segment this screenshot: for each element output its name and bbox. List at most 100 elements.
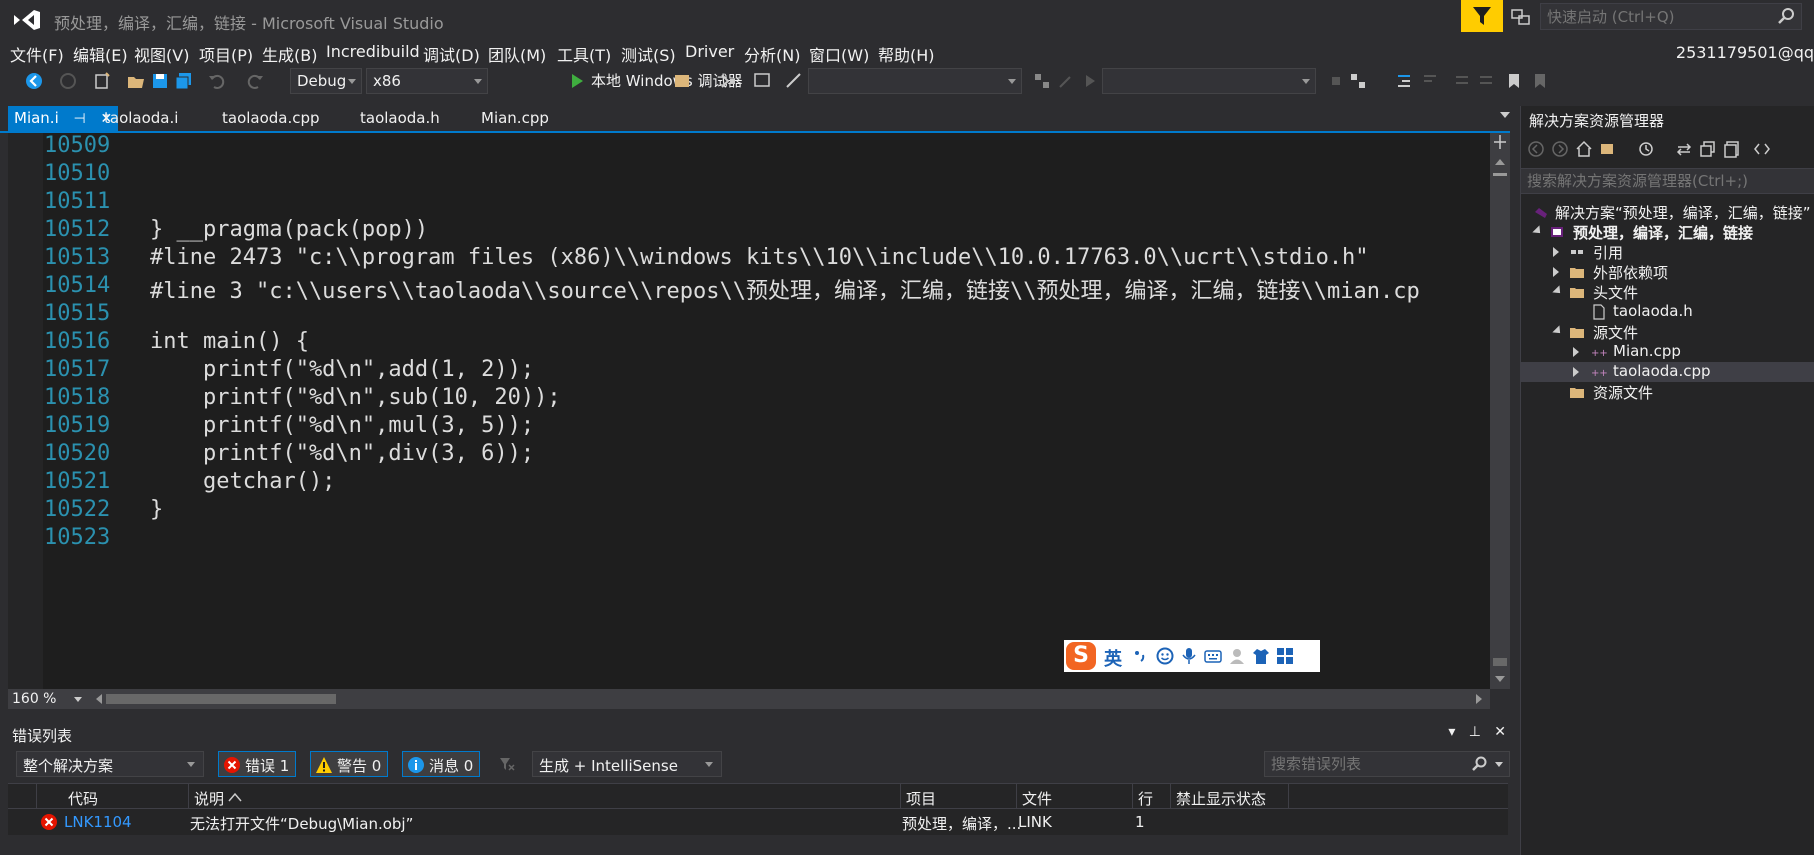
code-view-icon[interactable] xyxy=(1753,140,1771,158)
find-combo[interactable] xyxy=(808,68,1022,94)
expander-closed-icon[interactable] xyxy=(1553,267,1559,277)
column-header-suppression[interactable]: 禁止显示状态 xyxy=(1176,788,1266,809)
tree-item-external-dependencies[interactable]: 外部依赖项 xyxy=(1521,262,1814,282)
expander-closed-icon[interactable] xyxy=(1553,247,1559,257)
tree-item-references[interactable]: 引用 xyxy=(1521,242,1814,262)
outdent-icon[interactable] xyxy=(1420,71,1440,91)
toolbox-icon[interactable] xyxy=(1276,647,1294,665)
menu-file[interactable]: 文件(F) xyxy=(10,42,64,66)
errors-filter-button[interactable]: 错误 1 xyxy=(218,751,297,777)
zoom-level[interactable]: 160 % xyxy=(12,691,56,707)
menu-test[interactable]: 测试(S) xyxy=(621,42,676,66)
indent-icon[interactable] xyxy=(1394,71,1414,91)
menu-build[interactable]: 生成(B) xyxy=(262,42,317,66)
warnings-filter-button[interactable]: 警告 0 xyxy=(310,751,389,777)
back-icon[interactable] xyxy=(24,71,44,91)
skin-icon[interactable] xyxy=(1252,647,1270,665)
user-icon[interactable] xyxy=(1228,647,1246,665)
show-all-files-icon[interactable] xyxy=(1723,140,1741,158)
menu-view[interactable]: 视图(V) xyxy=(134,42,189,66)
quick-launch-input[interactable] xyxy=(1541,4,1761,29)
tree-item-mian-cpp[interactable]: ++ Mian.cpp xyxy=(1521,342,1814,362)
solution-platform-select[interactable]: x86 xyxy=(366,68,488,94)
build-tool-icon[interactable] xyxy=(1032,71,1052,91)
error-code-link[interactable]: LNK1104 xyxy=(64,813,132,831)
comment-out-icon[interactable] xyxy=(1452,71,1472,91)
sogou-logo-icon[interactable]: S xyxy=(1066,642,1096,670)
column-header-file[interactable]: 文件 xyxy=(1022,788,1052,809)
tab-mian-cpp[interactable]: Mian.cpp xyxy=(481,106,549,132)
expander-open-icon[interactable] xyxy=(1552,285,1564,297)
menu-incredibuild[interactable]: Incredibuild xyxy=(326,42,420,61)
build-intellisense-select[interactable]: 生成 + IntelliSense xyxy=(532,751,722,777)
keyboard-icon[interactable] xyxy=(1204,647,1222,665)
chevron-down-icon[interactable] xyxy=(1495,762,1503,767)
menu-analyze[interactable]: 分析(N) xyxy=(744,42,800,66)
menu-help[interactable]: 帮助(H) xyxy=(878,42,935,66)
close-icon[interactable]: ✕ xyxy=(1494,724,1506,740)
expander-open-icon[interactable] xyxy=(1532,225,1544,237)
tree-item-header-files[interactable]: 头文件 xyxy=(1521,282,1814,302)
error-search-box[interactable] xyxy=(1264,751,1510,777)
tab-mian-i[interactable]: Mian.i ⊣ ✕ xyxy=(8,106,119,132)
menu-window[interactable]: 窗口(W) xyxy=(809,42,869,66)
tree-item-taolaoda-h[interactable]: taolaoda.h xyxy=(1521,302,1814,322)
play-disabled-icon[interactable] xyxy=(1080,71,1100,91)
code-editor[interactable]: 10509 10510 10511 10512} __pragma(pack(p… xyxy=(8,133,1490,689)
bookmark-icon[interactable] xyxy=(1504,71,1524,91)
horizontal-scroll-thumb[interactable] xyxy=(106,694,336,704)
tab-list-dropdown-icon[interactable] xyxy=(1500,112,1510,118)
expander-open-icon[interactable] xyxy=(1552,325,1564,337)
column-header-project[interactable]: 项目 xyxy=(906,788,936,809)
pin-icon[interactable]: ⊥ xyxy=(1469,724,1481,740)
menu-tools[interactable]: 工具(T) xyxy=(557,42,611,66)
feedback-icon[interactable] xyxy=(1510,6,1532,28)
menu-debug[interactable]: 调试(D) xyxy=(423,42,480,66)
scroll-right-icon[interactable] xyxy=(1476,694,1482,704)
tree-item-resource-files[interactable]: 资源文件 xyxy=(1521,382,1814,402)
editor-vertical-scrollbar[interactable] xyxy=(1490,133,1510,689)
scroll-thumb[interactable] xyxy=(1493,173,1507,176)
chevron-down-icon[interactable] xyxy=(74,697,82,702)
column-header-description[interactable]: 说明 xyxy=(194,788,224,809)
expander-closed-icon[interactable] xyxy=(1573,367,1579,377)
tree-item-taolaoda-cpp[interactable]: ++ taolaoda.cpp xyxy=(1521,362,1814,382)
scroll-up-icon[interactable] xyxy=(1495,159,1505,165)
quick-launch[interactable] xyxy=(1540,3,1802,30)
device-icon[interactable] xyxy=(1348,71,1368,91)
quick-find-icon[interactable] xyxy=(784,71,804,91)
menu-driver[interactable]: Driver xyxy=(685,42,734,61)
error-row[interactable]: LNK1104 无法打开文件“Debug\Mian.obj” 预处理，编译，..… xyxy=(8,809,1508,835)
browse-icon[interactable] xyxy=(672,71,692,91)
forward-icon[interactable] xyxy=(58,71,78,91)
sync-icon[interactable] xyxy=(1675,140,1693,158)
user-account[interactable]: 2531179501@qq xyxy=(1676,43,1814,62)
tab-taolaoda-cpp[interactable]: taolaoda.cpp xyxy=(222,106,320,132)
open-file-icon[interactable] xyxy=(126,71,146,91)
solution-configuration-select[interactable]: Debug xyxy=(290,68,362,94)
messages-filter-button[interactable]: 消息 0 xyxy=(402,751,481,777)
edit-icon[interactable] xyxy=(1056,71,1076,91)
clear-filter-icon[interactable] xyxy=(498,755,516,773)
emoji-icon[interactable] xyxy=(1156,647,1174,665)
ime-mode[interactable]: 英 xyxy=(1104,645,1122,671)
tree-item-solution[interactable]: 解决方案“预处理，编译，汇编，链接” xyxy=(1521,202,1814,222)
dropdown-icon[interactable]: ▾ xyxy=(1448,724,1455,740)
stop-icon[interactable] xyxy=(1326,71,1346,91)
tab-taolaoda-h[interactable]: taolaoda.h xyxy=(360,106,440,132)
menu-project[interactable]: 项目(P) xyxy=(199,42,253,66)
undo-icon[interactable] xyxy=(206,71,226,91)
save-all-icon[interactable] xyxy=(174,71,194,91)
tree-item-project[interactable]: 预处理，编译，汇编，链接 xyxy=(1521,222,1814,242)
search-icon[interactable] xyxy=(1471,756,1487,772)
punctuation-icon[interactable] xyxy=(1132,647,1150,665)
pending-changes-icon[interactable] xyxy=(1637,140,1655,158)
back-icon[interactable] xyxy=(1527,140,1545,158)
tree-item-source-files[interactable]: 源文件 xyxy=(1521,322,1814,342)
new-project-icon[interactable] xyxy=(92,71,112,91)
forward-icon[interactable] xyxy=(1551,140,1569,158)
prev-bookmark-icon[interactable] xyxy=(1530,71,1550,91)
expander-closed-icon[interactable] xyxy=(1573,347,1579,357)
target-combo[interactable] xyxy=(1102,68,1316,94)
notifications-filter-button[interactable] xyxy=(1461,0,1503,32)
